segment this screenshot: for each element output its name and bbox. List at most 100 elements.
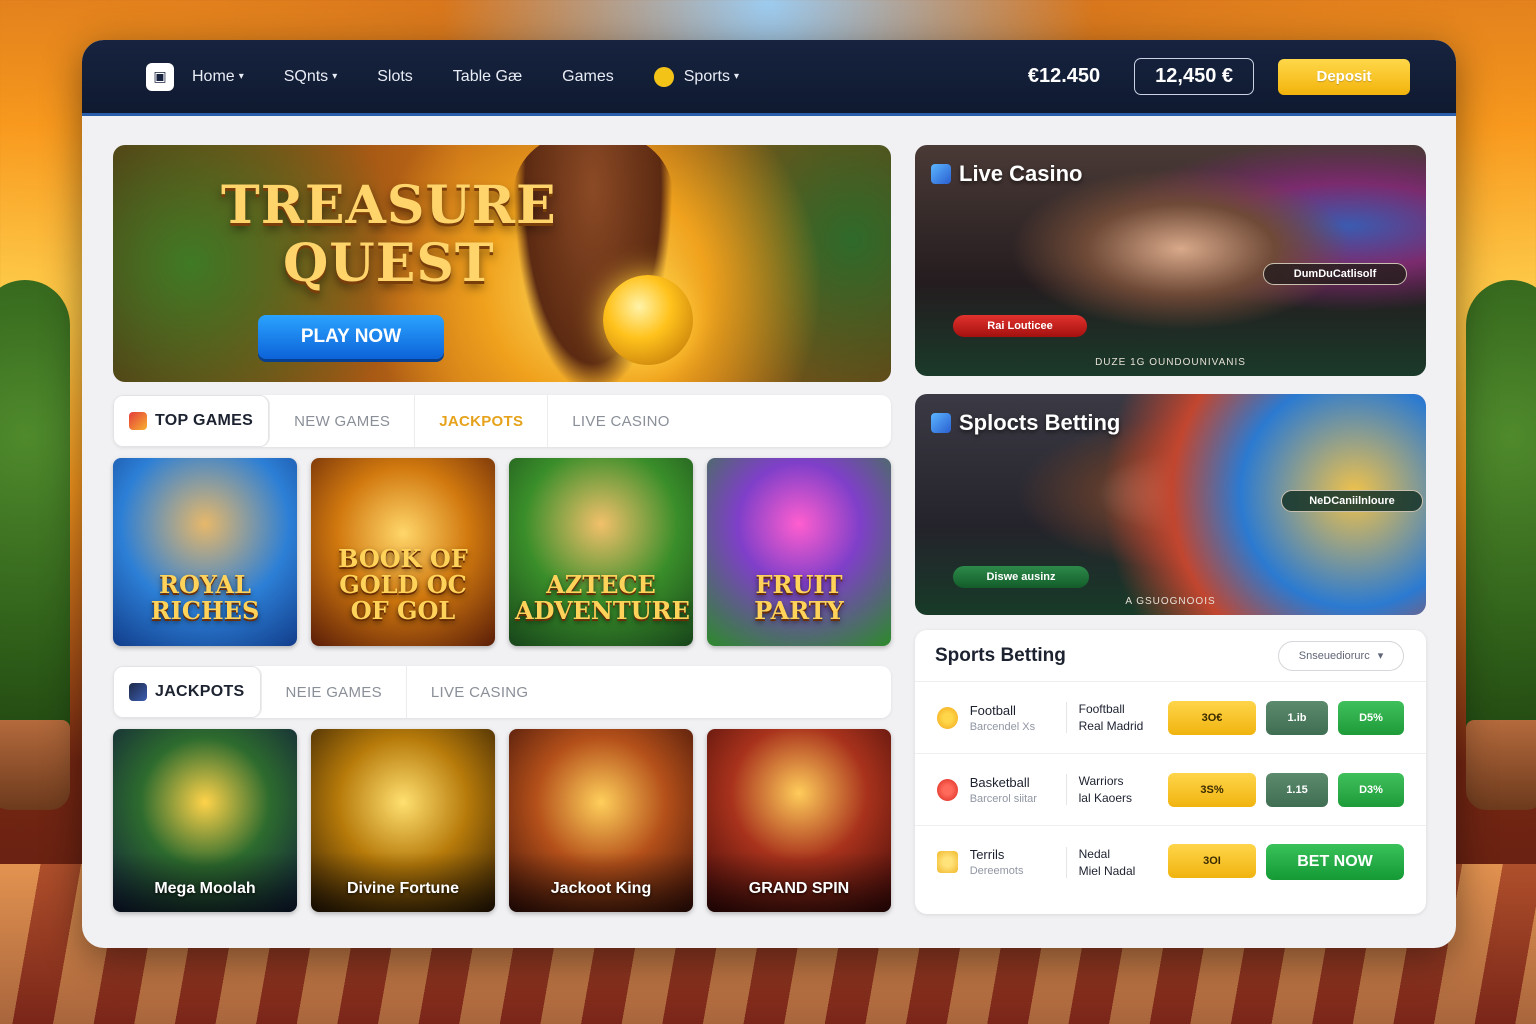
game-label: Mega Moolah: [154, 880, 256, 897]
team-two: Real Madrid: [1078, 719, 1144, 733]
tab-live-casino[interactable]: LIVE CASINO: [548, 395, 694, 447]
game-title: FRUIT PARTY: [754, 570, 844, 625]
top-games-grid: ROYAL RICHES BOOK OF GOLD OC OF GOL AZTE…: [113, 458, 891, 646]
game-tile[interactable]: Jackoot King: [509, 729, 693, 912]
promo-title-text: Live Casino: [959, 161, 1083, 186]
nav-label: Home: [192, 67, 235, 85]
odds-value: 1.15: [1286, 783, 1308, 796]
sport-name: Terrils: [969, 847, 1005, 862]
chevron-down-icon: ▾: [332, 71, 338, 82]
promo-caption: A GSUOGNOOIS: [1125, 596, 1216, 607]
nav-item-games[interactable]: Games: [562, 68, 614, 86]
sport-filter-select[interactable]: Snseuediorurc ▾: [1278, 640, 1404, 671]
nav-item-slots[interactable]: Slots: [377, 68, 413, 86]
decor-pot-right: [1466, 720, 1536, 810]
chevron-down-icon: ▾: [238, 71, 244, 82]
team-two: lal Kaoers: [1078, 791, 1132, 805]
live-casino-promo[interactable]: Live Casino DumDuCatlisolf Rai Louticee …: [915, 145, 1426, 376]
betting-title: Sports Betting: [935, 644, 1066, 666]
betting-header: Sports Betting Snseuediorurc ▾: [915, 630, 1426, 682]
football-icon: [937, 706, 958, 729]
odds-value: 1.ib: [1287, 711, 1307, 724]
game-tile[interactable]: AZTECE ADVENTURE: [509, 458, 693, 646]
hero-title: TREASURE QUEST: [221, 177, 557, 293]
jackpot-games-grid: Mega Moolah Divine Fortune Jackoot King …: [113, 729, 891, 912]
game-tile[interactable]: Mega Moolah: [113, 729, 297, 912]
games-tabbar-top: TOP GAMES NEW GAMES JACKPOTS LIVE CASINO: [113, 395, 891, 447]
game-tile[interactable]: FRUIT PARTY: [707, 458, 891, 646]
hero-title-line: QUEST: [283, 233, 495, 294]
chevron-down-icon: ▾: [734, 71, 740, 82]
table-pill[interactable]: Rai Louticee: [953, 315, 1087, 337]
tab-jackpots-active[interactable]: JACKPOTS: [113, 666, 262, 718]
sports-icon: [931, 413, 951, 433]
live-casino-icon: [931, 164, 951, 184]
nav-item-sqnts[interactable]: SQnts ▾: [284, 68, 338, 86]
game-title: ROYAL RICHES: [150, 570, 260, 625]
odds-button[interactable]: D5%: [1338, 700, 1404, 735]
tab-top-games[interactable]: TOP GAMES: [113, 395, 271, 447]
tab-jackpots[interactable]: JACKPOTS: [415, 395, 549, 447]
odds-button[interactable]: 3OI: [1168, 844, 1256, 878]
basketball-icon: [937, 778, 958, 801]
play-now-button[interactable]: PLAY NOW: [258, 315, 444, 359]
casino-app-window: ▣ Home ▾ SQnts ▾ Slots Table Gæ Games Sp…: [82, 40, 1456, 948]
nav-label: SQnts: [283, 67, 329, 85]
sport-sub: Barcerol siitar: [969, 792, 1037, 805]
game-title: BOOK OF GOLD OC OF GOL: [338, 544, 468, 625]
promo-title-text: Splocts Betting: [959, 410, 1121, 435]
team-one: Nedal: [1078, 846, 1110, 861]
tab-new-games[interactable]: NEW GAMES: [270, 395, 416, 447]
logo-icon[interactable]: ▣: [146, 62, 174, 91]
nav-item-home[interactable]: Home ▾: [192, 68, 244, 86]
tennis-icon: [937, 851, 958, 873]
sport-sub: Barcendel Xs: [969, 720, 1036, 733]
odds-value: 3OI: [1203, 855, 1221, 867]
balance-readout: €12.450: [1027, 65, 1101, 87]
bet-now-button[interactable]: BET NOW: [1266, 844, 1404, 880]
odds-button[interactable]: 3O€: [1168, 700, 1256, 735]
top-games-icon: [129, 412, 147, 430]
golden-orb-image: [603, 275, 693, 365]
game-tile[interactable]: ROYAL RICHES: [113, 458, 297, 646]
sports-betting-promo[interactable]: Splocts Betting NeDCaniilnloure Diswe au…: [915, 394, 1426, 615]
sports-ball-icon: [653, 66, 674, 87]
nav-label: Slots: [377, 67, 413, 85]
sport-name: Basketball: [969, 774, 1030, 790]
nav-item-sports[interactable]: Sports ▾: [653, 66, 740, 87]
team-one: Warriors: [1078, 774, 1124, 788]
nav-item-table-games[interactable]: Table Gæ: [453, 68, 522, 86]
odds-value: D5%: [1359, 711, 1383, 724]
team-one: Fooftball: [1078, 702, 1125, 716]
odds-button[interactable]: D3%: [1338, 772, 1404, 807]
odds-button[interactable]: 3S%: [1168, 772, 1256, 807]
tab-label: TOP GAMES: [155, 412, 254, 429]
tab-label: JACKPOTS: [155, 683, 245, 700]
table-pill[interactable]: Diswe ausinz: [953, 566, 1089, 588]
game-tile[interactable]: GRAND SPIN: [707, 729, 891, 912]
odds-button[interactable]: 1.ib: [1266, 700, 1328, 735]
table-pill[interactable]: DumDuCatlisolf: [1263, 263, 1407, 285]
odds-button[interactable]: 1.15: [1266, 772, 1328, 807]
nav-label: Sports: [683, 67, 730, 85]
game-label: GRAND SPIN: [748, 880, 850, 897]
odds-value: 3O€: [1201, 711, 1223, 724]
jackpot-icon: [129, 683, 147, 701]
select-value: Snseuediorurc: [1298, 649, 1370, 662]
odds-value: 3S%: [1200, 783, 1224, 796]
deposit-button[interactable]: Deposit: [1278, 58, 1410, 95]
wallet-balance-box[interactable]: 12,450 €: [1134, 58, 1254, 95]
hero-banner[interactable]: TREASURE QUEST PLAY NOW: [113, 145, 891, 382]
sport-sub: Dereemots: [969, 865, 1024, 877]
table-pill[interactable]: NeDCaniilnloure: [1281, 490, 1423, 512]
bet-row: Football Barcendel Xs Fooftball Real Mad…: [915, 682, 1426, 754]
game-tile[interactable]: BOOK OF GOLD OC OF GOL: [311, 458, 495, 646]
game-tile[interactable]: Divine Fortune: [311, 729, 495, 912]
bet-row: Terrils Dereemots Nedal Miel Nadal 3OI B…: [915, 826, 1426, 898]
top-navigation-bar: ▣ Home ▾ SQnts ▾ Slots Table Gæ Games Sp…: [82, 40, 1456, 116]
game-title: AZTECE ADVENTURE: [515, 570, 690, 625]
tab-live-casino[interactable]: LIVE CASING: [407, 666, 553, 718]
tab-new-games[interactable]: NEIE GAMES: [262, 666, 407, 718]
hero-title-line: TREASURE: [221, 175, 557, 236]
odds-value: D3%: [1359, 783, 1383, 796]
